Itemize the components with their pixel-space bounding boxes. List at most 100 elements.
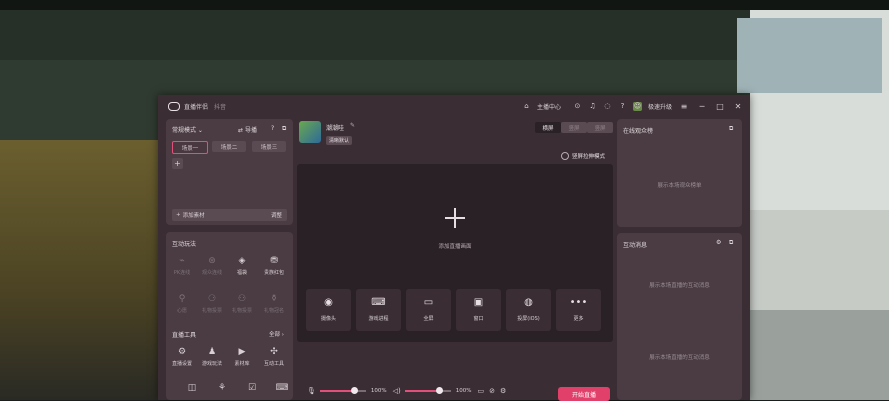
- ios-cast-source-button[interactable]: ◍ 投屏(iOS): [506, 289, 551, 331]
- popout-icon[interactable]: ⧉: [729, 125, 733, 133]
- scene-panel: 常规模式 ⌄ ⇄ 导播 ? ⧉ 场景一 场景二 场景三 + + 添加素材 调整: [166, 119, 293, 225]
- mute-icon[interactable]: ⊘: [489, 387, 495, 395]
- scene-tab-3[interactable]: 场景三: [252, 141, 286, 152]
- popout-icon[interactable]: ⧉: [729, 239, 733, 247]
- pk-icon: ⌁: [179, 256, 185, 266]
- game-source-button[interactable]: ⌨ 游戏进程: [356, 289, 401, 331]
- game-play-item[interactable]: ♟ 游戏玩法: [200, 346, 224, 367]
- gift-icon: ⚘: [217, 383, 227, 393]
- portrait-tab[interactable]: 竖屏: [561, 122, 587, 133]
- app-title: 直播伴侣: [184, 103, 209, 111]
- background-sign: [737, 18, 882, 93]
- stream-avatar[interactable]: [299, 121, 321, 143]
- gift-vote-icon: ⚇: [237, 294, 247, 304]
- library-icon: ▶: [238, 347, 246, 357]
- live-settings-item[interactable]: ⚙ 直播设置: [170, 346, 194, 367]
- add-scene-plus-icon[interactable]: [445, 208, 465, 228]
- add-scene-text: 添加直播画面: [438, 244, 472, 250]
- minimize-button[interactable]: ─: [696, 102, 708, 111]
- title-bar-actions: ⌂ 主播中心 ⊙ ♫ ◌ ? ☺ 极速升级 ≡ ─ □ ✕: [522, 95, 744, 117]
- host-center-link[interactable]: 主播中心: [537, 102, 561, 111]
- gift-title-icon: ⚱: [270, 294, 278, 304]
- avatar[interactable]: ☺: [632, 101, 642, 111]
- tools-title: 直播工具: [172, 332, 197, 339]
- pk-link-item[interactable]: ⌁ PK连线: [170, 255, 194, 276]
- more-source-button[interactable]: ••• 更多: [556, 289, 601, 331]
- more-icon: •••: [569, 297, 588, 308]
- add-material-bar[interactable]: + 添加素材 调整: [172, 209, 287, 221]
- lucky-bag-icon: ◈: [238, 256, 246, 266]
- dual-tab[interactable]: 竖屏: [587, 122, 613, 133]
- more-tool-item[interactable]: ◫: [180, 382, 204, 394]
- add-scene-button[interactable]: +: [172, 158, 183, 169]
- title-bar: 直播伴侣 抖音 ⌂ 主播中心 ⊙ ♫ ◌ ? ☺ 极速升级 ≡ ─ □ ✕: [158, 95, 750, 117]
- tools-all-link[interactable]: 全部 ›: [269, 330, 284, 338]
- adjust-button[interactable]: 调整: [271, 211, 282, 219]
- wish-icon: ⚲: [178, 294, 186, 304]
- interactive-title: 互动玩法: [172, 241, 197, 248]
- app-logo-icon: [168, 101, 180, 111]
- lucky-bag-item[interactable]: ◈ 福袋: [230, 255, 254, 276]
- add-material-label: 添加素材: [182, 213, 205, 219]
- messages-hint-bottom: 展示本场直播的互动消息: [649, 355, 710, 361]
- record-icon[interactable]: ⊙: [573, 102, 582, 111]
- messages-hint-top: 展示本场直播的互动消息: [649, 283, 710, 289]
- gamepad-icon: ⌨: [371, 297, 386, 308]
- app-subtitle: 抖音: [214, 103, 227, 111]
- mic-volume-slider[interactable]: [319, 387, 366, 394]
- camera-source-button[interactable]: ◉ 摄像头: [306, 289, 351, 331]
- viewer-rank-hint: 展示本场观众榜单: [657, 183, 702, 189]
- menu-icon[interactable]: ≡: [678, 102, 690, 111]
- help-icon[interactable]: ?: [271, 125, 274, 132]
- window-source-button[interactable]: ▣ 窗口: [456, 289, 501, 331]
- edit-name-icon[interactable]: ✎: [350, 122, 355, 129]
- more-tool-item-4[interactable]: ⌨: [270, 382, 294, 394]
- monitor-icon: ▭: [423, 297, 434, 308]
- mic-volume-value: 100%: [370, 388, 387, 394]
- material-library-item[interactable]: ▶ 素材库: [230, 346, 254, 367]
- scene-tab-2[interactable]: 场景二: [212, 141, 246, 152]
- stretch-radio[interactable]: [561, 152, 569, 160]
- audio-settings-icon[interactable]: ⚙: [500, 387, 506, 395]
- help-icon[interactable]: ?: [618, 102, 627, 111]
- upgrade-link[interactable]: 极速升级: [648, 102, 672, 111]
- plus-icon: +: [176, 212, 181, 218]
- guide-button[interactable]: ⇄ 导播: [238, 125, 257, 134]
- speaker-volume-value: 100%: [455, 388, 472, 394]
- gift-vote-item-2[interactable]: ⚇ 礼物投票: [230, 293, 254, 314]
- scene-tab-1[interactable]: 场景一: [172, 141, 208, 154]
- chat-icon[interactable]: ◌: [603, 102, 612, 111]
- stretch-mode-label: 竖屏拉伸模式: [572, 154, 606, 160]
- interactive-panel: 互动玩法 ⌁ PK连线 ⊛ 观众连线 ◈ 福袋 ⛃ 贵族红包 ⚲ 心愿 ⚆ 礼物投票 ⚇ 礼物…: [166, 232, 293, 400]
- close-button[interactable]: ✕: [732, 102, 744, 111]
- messages-title: 互动消息: [623, 242, 648, 249]
- red-packet-item[interactable]: ⛃ 贵族红包: [262, 255, 286, 276]
- maximize-button[interactable]: □: [714, 102, 726, 111]
- audience-icon: ⊛: [208, 256, 216, 266]
- mic-icon[interactable]: 🎙︎: [307, 387, 316, 395]
- camera-icon: ◉: [324, 297, 333, 308]
- wish-item[interactable]: ⚲ 心愿: [170, 293, 194, 314]
- mode-select[interactable]: 常规模式 ⌄: [172, 125, 203, 134]
- landscape-tab[interactable]: 横屏: [535, 122, 561, 133]
- gift-title-item[interactable]: ⚱ 礼物冠名: [262, 293, 286, 314]
- audio-icon[interactable]: ♫: [588, 102, 597, 111]
- interactive-tools-item[interactable]: ✣ 互动工具: [262, 346, 286, 367]
- settings-icon: ⚙: [177, 347, 187, 357]
- fullscreen-source-button[interactable]: ▭ 全屏: [406, 289, 451, 331]
- home-icon[interactable]: ⌂: [522, 102, 531, 111]
- start-live-button[interactable]: 开始直播: [558, 387, 610, 401]
- background-van: [0, 140, 158, 400]
- speaker-volume-slider[interactable]: [404, 387, 451, 394]
- red-packet-icon: ⛃: [270, 256, 278, 266]
- camera-toggle-icon[interactable]: ▭: [477, 387, 484, 395]
- messages-settings-icon[interactable]: ⚙: [716, 239, 721, 246]
- tools-icon: ✣: [270, 347, 278, 357]
- gift-vote-item[interactable]: ⚆ 礼物投票: [200, 293, 224, 314]
- more-tool-item-2[interactable]: ⚘: [210, 382, 234, 394]
- speaker-icon[interactable]: ◁): [393, 387, 401, 395]
- audience-link-item[interactable]: ⊛ 观众连线: [200, 255, 224, 276]
- more-tool-item-3[interactable]: ☑: [240, 382, 264, 394]
- scene-settings-icon[interactable]: ⧉: [282, 125, 286, 133]
- game-icon: ♟: [207, 347, 217, 357]
